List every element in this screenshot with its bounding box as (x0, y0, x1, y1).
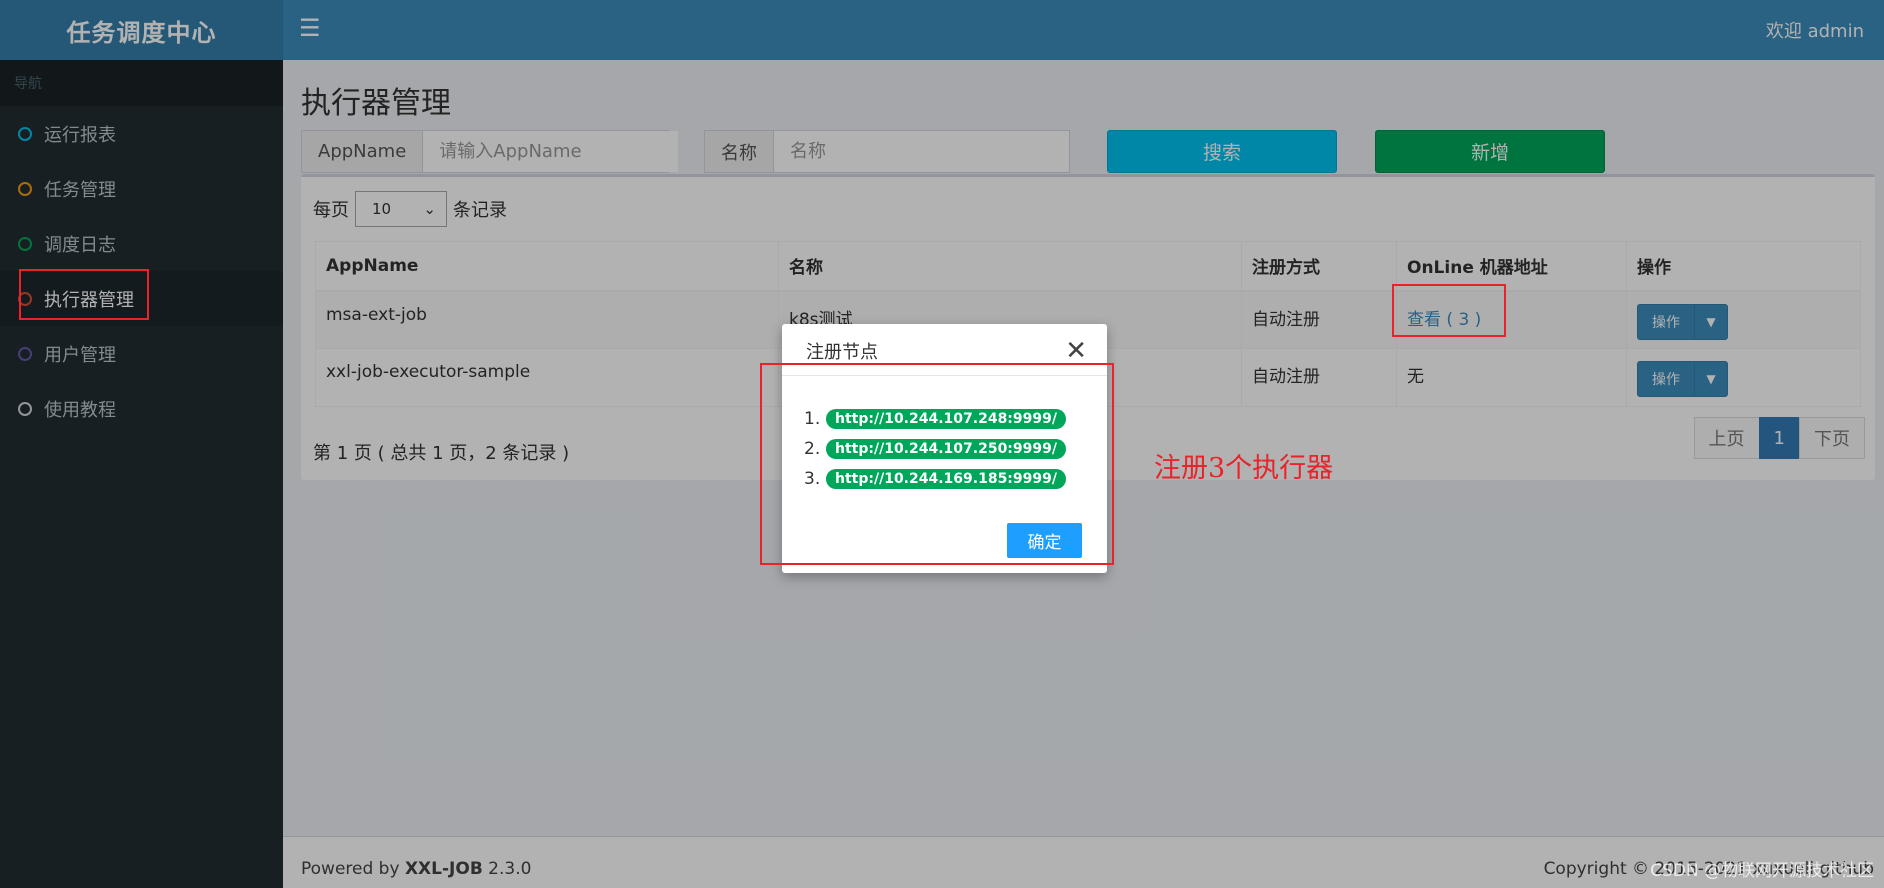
close-icon[interactable]: ✕ (1065, 336, 1087, 366)
annotation-box-modal (760, 363, 1114, 565)
watermark: CSDN @物联网开源技术社区 (1650, 861, 1874, 881)
modal-title: 注册节点 (806, 342, 878, 363)
annotation-box-sidebar (19, 269, 149, 320)
annotation-text: 注册3个执行器 (1154, 453, 1334, 484)
annotation-box-view-link (1392, 284, 1506, 337)
